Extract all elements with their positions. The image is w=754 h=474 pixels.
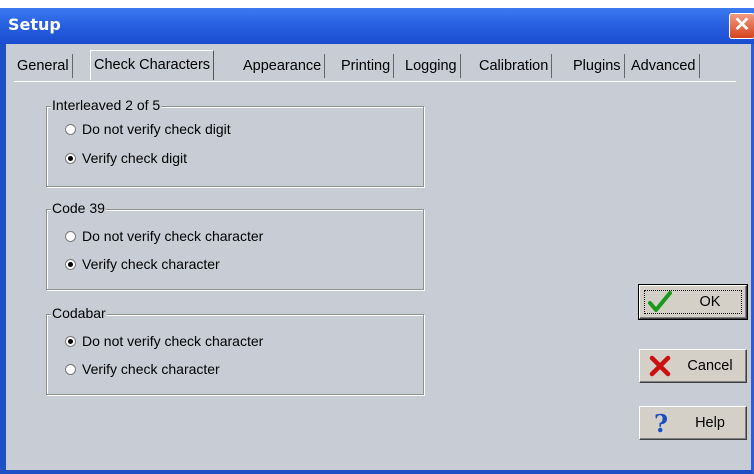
svg-text:?: ? — [654, 411, 668, 435]
help-label: Help — [695, 415, 725, 431]
radio-label: Do not verify check character — [82, 333, 264, 349]
ok-label: OK — [699, 294, 721, 310]
tab-check-characters[interactable]: Check Characters — [90, 50, 215, 80]
tab-printing[interactable]: Printing — [338, 54, 395, 78]
radio-button-selected-icon[interactable] — [65, 153, 76, 164]
radio-verify-check-digit[interactable]: Verify check digit — [65, 148, 187, 168]
radio-button-selected-icon[interactable] — [65, 259, 76, 270]
tab-appearance[interactable]: Appearance — [240, 54, 326, 78]
cancel-button[interactable]: Cancel — [639, 349, 747, 383]
radio-label: Verify check character — [82, 361, 220, 377]
radio-do-not-verify-check-character[interactable]: Do not verify check character — [65, 331, 263, 351]
radio-label: Do not verify check digit — [82, 121, 231, 137]
setup-dialog: Setup ✕ General Check Characters Appeara… — [0, 8, 754, 474]
radio-verify-check-character[interactable]: Verify check character — [65, 254, 220, 274]
radio-button-icon[interactable] — [65, 364, 76, 375]
tab-strip: General Check Characters Appearance Prin… — [14, 46, 754, 84]
cancel-label: Cancel — [687, 358, 733, 374]
ok-button[interactable]: OK — [638, 284, 748, 320]
tab-calibration[interactable]: Calibration — [476, 54, 553, 78]
group-label: Code 39 — [51, 200, 106, 216]
tab-logging[interactable]: Logging — [402, 54, 461, 78]
group-label: Codabar — [51, 305, 107, 321]
red-x-icon — [649, 355, 671, 377]
radio-label: Do not verify check character — [82, 228, 264, 244]
tab-general[interactable]: General — [14, 54, 73, 78]
group-label: Interleaved 2 of 5 — [51, 97, 162, 113]
radio-do-not-verify-check-character[interactable]: Do not verify check character — [65, 226, 263, 246]
tab-divider — [14, 81, 736, 82]
radio-do-not-verify-check-digit[interactable]: Do not verify check digit — [65, 119, 231, 139]
window-title: Setup — [8, 15, 61, 34]
radio-verify-check-character[interactable]: Verify check character — [65, 359, 220, 379]
checkmark-icon — [648, 291, 672, 312]
group-codabar: Codabar Do not verify check character Ve… — [46, 305, 424, 395]
close-button[interactable]: ✕ — [729, 13, 754, 39]
tab-advanced[interactable]: Advanced — [628, 54, 700, 78]
radio-button-icon[interactable] — [65, 231, 76, 242]
radio-label: Verify check character — [82, 256, 220, 272]
close-icon: ✕ — [733, 14, 751, 36]
group-code-39: Code 39 Do not verify check character Ve… — [46, 200, 424, 290]
tab-plugins[interactable]: Plugins — [570, 54, 625, 78]
question-mark-icon: ? — [654, 411, 668, 435]
radio-button-selected-icon[interactable] — [65, 336, 76, 347]
help-button[interactable]: ? Help — [639, 406, 747, 440]
group-interleaved-2-of-5: Interleaved 2 of 5 Do not verify check d… — [46, 97, 424, 187]
title-bar[interactable]: Setup ✕ — [0, 8, 754, 44]
radio-label: Verify check digit — [82, 150, 188, 166]
radio-button-icon[interactable] — [65, 124, 76, 135]
